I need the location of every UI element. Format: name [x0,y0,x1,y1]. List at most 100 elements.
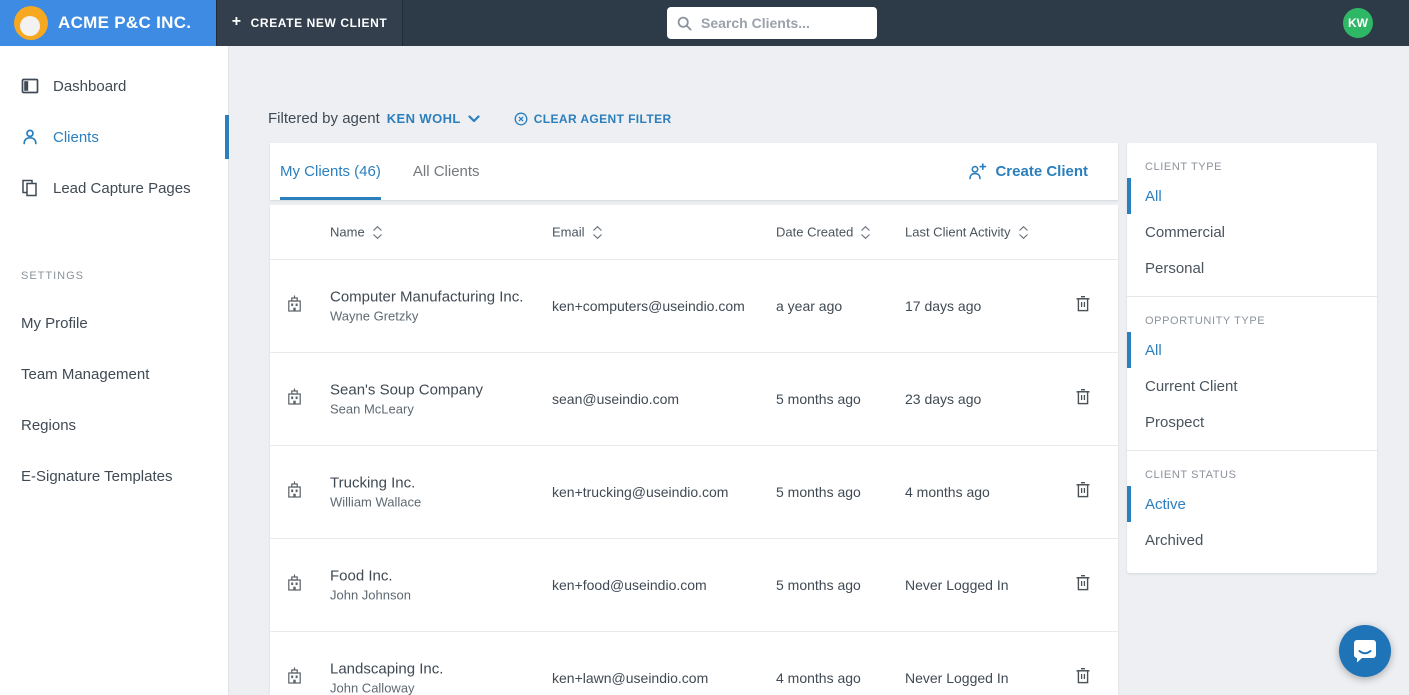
last-activity-cell: 17 days ago [905,298,982,314]
sidebar-item-label: Clients [53,128,99,146]
app-root: ACME P&C INC. + CREATE NEW CLIENT KW Das… [0,0,1409,695]
create-new-client-button[interactable]: + CREATE NEW CLIENT [216,0,403,46]
contact-name: John Calloway [330,680,415,695]
clear-circle-x-icon [514,112,528,125]
brand-logo-block[interactable]: ACME P&C INC. [0,0,216,46]
filter-option-status-active[interactable]: Active [1127,486,1377,522]
tab-all-clients[interactable]: All Clients [413,143,480,200]
date-created-cell: a year ago [776,298,843,314]
filter-option-status-archived[interactable]: Archived [1127,522,1377,558]
sidebar-item-team-management[interactable]: Team Management [0,364,228,384]
filter-option-opportunity-prospect[interactable]: Prospect [1127,404,1377,440]
contact-name: John Johnson [330,587,411,603]
delete-client-button[interactable] [1075,574,1091,597]
chat-launcher-button[interactable] [1339,625,1391,677]
table-row[interactable]: Landscaping Inc. John Calloway ken+lawn@us… [270,632,1118,695]
client-name-cell: Food Inc. John Johnson [330,568,411,603]
delete-trash-icon [1076,668,1090,684]
filter-option-client-type-commercial[interactable]: Commercial [1127,214,1377,250]
tab-my-clients[interactable]: My Clients (46) [280,143,381,200]
table-row[interactable]: Trucking Inc. William Wallace ken+trucking… [270,446,1118,539]
sort-icon [1018,225,1028,239]
client-name-cell: Computer Manufacturing Inc. Wayne Gretzky [330,289,523,324]
client-email-cell: ken+trucking@useindio.com [552,484,729,500]
last-activity-cell: Never Logged In [905,577,1009,593]
sidebar-item-my-profile[interactable]: My Profile [0,313,228,333]
clients-table: Name Email Date Created Last Client Acti… [270,205,1118,695]
delete-client-button[interactable] [1075,667,1091,690]
sort-icon [592,225,602,239]
column-header-date-created[interactable]: Date Created [776,225,871,240]
contact-name: Sean McLeary [330,401,414,417]
left-sidebar: Dashboard Clients Lead Capture Pages SET… [0,46,229,695]
clients-tabs-card: My Clients (46) All Clients Create Clien… [270,143,1118,200]
filter-option-client-type-personal[interactable]: Personal [1127,250,1377,286]
table-row[interactable]: Computer Manufacturing Inc. Wayne Gretzky… [270,260,1118,353]
create-client-label: Create Client [995,163,1088,180]
clear-agent-filter-label: CLEAR AGENT FILTER [533,111,672,126]
building-icon [288,295,301,312]
agent-filter-bar: Filtered by agent KEN WOHL CLEAR AGENT F… [268,110,672,127]
table-row[interactable]: Sean's Soup Company Sean McLeary sean@usei… [270,353,1118,446]
column-header-last-client-activity[interactable]: Last Client Activity [905,225,1029,240]
chevron-down-icon [468,114,480,122]
pages-icon [22,179,37,197]
client-email-cell: ken+lawn@useindio.com [552,670,709,686]
dashboard-icon [21,78,39,94]
company-name: Landscaping Inc. [330,660,444,678]
search-input[interactable] [701,15,867,31]
sort-icon [861,225,871,239]
client-email-cell: ken+computers@useindio.com [552,298,745,314]
building-icon [288,574,301,591]
plus-icon: + [231,13,242,30]
building-icon [288,481,301,498]
search-icon [677,16,692,31]
last-activity-cell: 4 months ago [905,484,990,500]
create-new-client-label: CREATE NEW CLIENT [250,16,388,30]
delete-client-button[interactable] [1075,388,1091,411]
company-name: Computer Manufacturing Inc. [330,288,524,306]
person-plus-icon [969,163,987,180]
date-created-cell: 4 months ago [776,670,861,686]
create-client-button[interactable]: Create Client [968,143,1088,200]
chat-bubble-icon [1354,640,1376,663]
column-header-email[interactable]: Email [552,225,603,240]
sidebar-item-label: Dashboard [53,77,127,95]
search-box [667,7,877,39]
delete-client-button[interactable] [1075,481,1091,504]
date-created-cell: 5 months ago [776,391,861,407]
sidebar-item-regions[interactable]: Regions [0,415,228,435]
filter-section-client-status: CLIENT STATUS Active Archived [1127,450,1377,568]
user-avatar[interactable]: KW [1343,8,1373,38]
date-created-cell: 5 months ago [776,577,861,593]
sidebar-item-dashboard[interactable]: Dashboard [0,66,228,106]
filter-option-opportunity-all[interactable]: All [1127,332,1377,368]
client-email-cell: sean@useindio.com [552,391,680,407]
company-name: Food Inc. [330,567,393,585]
sort-icon [372,225,382,239]
client-name-cell: Landscaping Inc. John Calloway [330,661,443,695]
clear-agent-filter-button[interactable]: CLEAR AGENT FILTER [514,112,672,126]
filter-option-opportunity-current-client[interactable]: Current Client [1127,368,1377,404]
filter-option-client-type-all[interactable]: All [1127,178,1377,214]
client-email-cell: ken+food@useindio.com [552,577,707,593]
table-header-row: Name Email Date Created Last Client Acti… [270,205,1118,260]
delete-trash-icon [1076,482,1090,498]
delete-client-button[interactable] [1075,295,1091,318]
delete-trash-icon [1076,575,1090,591]
company-logo-icon [14,6,48,40]
company-name: Trucking Inc. [330,474,416,492]
sidebar-item-esignature-templates[interactable]: E-Signature Templates [0,466,228,486]
sidebar-item-lead-capture-pages[interactable]: Lead Capture Pages [0,168,228,208]
column-header-name[interactable]: Name [330,225,383,240]
delete-trash-icon [1076,389,1090,405]
table-row[interactable]: Food Inc. John Johnson ken+food@useindio.c… [270,539,1118,632]
filter-section-title: OPPORTUNITY TYPE [1145,315,1266,327]
brand-name: ACME P&C INC. [58,13,192,32]
last-activity-cell: Never Logged In [905,670,1009,686]
filters-panel: CLIENT TYPE All Commercial Personal OPPO… [1127,143,1377,573]
filter-section-title: CLIENT TYPE [1145,161,1223,173]
sidebar-item-clients[interactable]: Clients [0,115,229,159]
client-name-cell: Sean's Soup Company Sean McLeary [330,382,483,417]
agent-dropdown[interactable]: KEN WOHL [387,111,480,126]
